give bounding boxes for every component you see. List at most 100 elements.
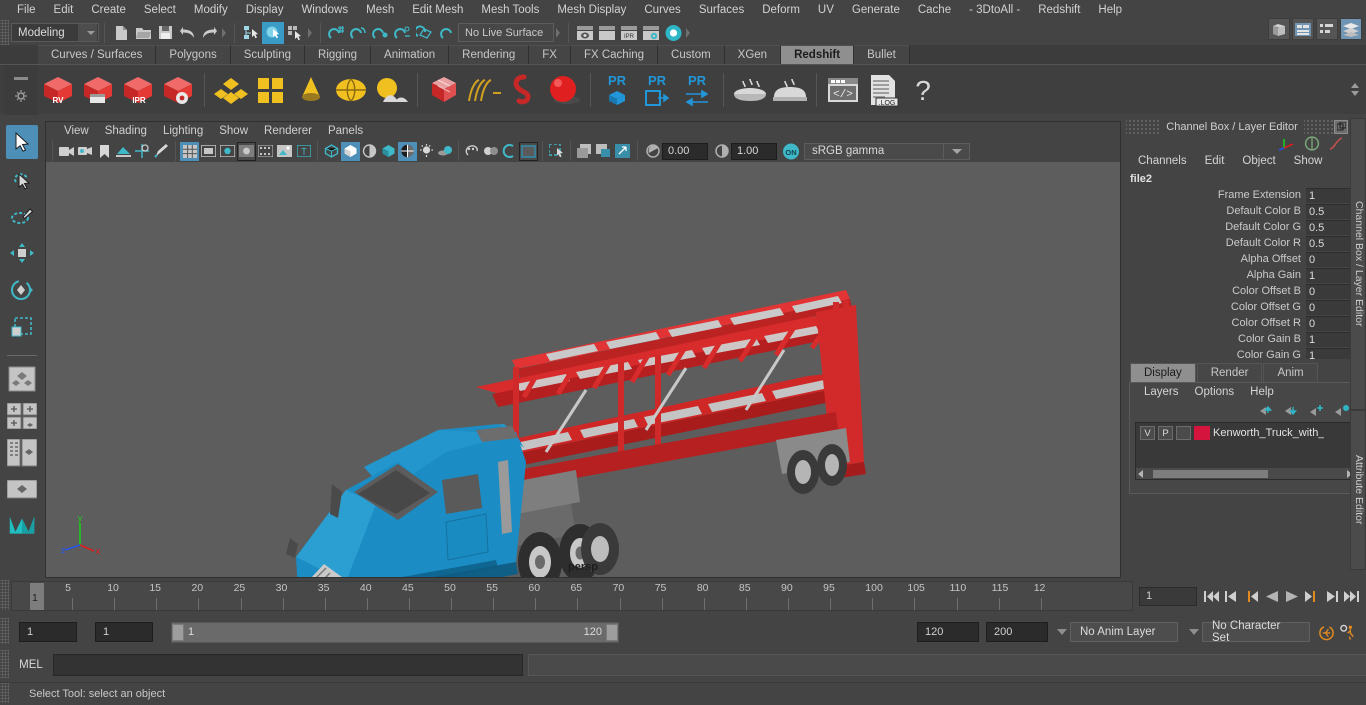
shelf-scroll-arrows[interactable] (1344, 65, 1366, 115)
shelf-tab-fx[interactable]: FX (529, 45, 571, 64)
menu-item-mesh-display[interactable]: Mesh Display (548, 0, 635, 20)
move-tool-button[interactable] (6, 236, 38, 270)
shelf-tab-curves-surfaces[interactable]: Curves / Surfaces (38, 45, 157, 64)
play-backwards-button[interactable] (1263, 586, 1280, 606)
shadow-toggle-icon[interactable] (436, 142, 455, 161)
layout-outliner-persp-button[interactable] (6, 436, 38, 470)
gear-icon[interactable] (15, 90, 27, 102)
smooth-shade-all-icon[interactable] (341, 141, 360, 161)
chevron-down-icon[interactable] (78, 24, 97, 41)
light-toggle-icon[interactable] (417, 142, 436, 161)
toolbar-collapse-arrow[interactable] (684, 22, 693, 44)
menu-item-uv[interactable]: UV (809, 0, 843, 20)
bake-set-icon[interactable] (730, 68, 770, 112)
gate-mask-icon[interactable] (237, 141, 256, 161)
toolbar-collapse-arrow[interactable] (554, 22, 563, 44)
shelf-tab-rendering[interactable]: Rendering (449, 45, 530, 64)
play-forwards-button[interactable] (1283, 586, 1300, 606)
menu-item-file[interactable]: File (8, 0, 45, 20)
channel-box-menu-edit[interactable]: Edit (1197, 152, 1233, 171)
anim-layer-selector[interactable]: No Anim Layer (1070, 622, 1178, 642)
next-key-button[interactable] (1303, 586, 1320, 606)
script-editor-icon[interactable]: </> (823, 68, 863, 112)
redshift-plane-icon[interactable] (251, 68, 291, 112)
layer-menu-help[interactable]: Help (1242, 386, 1282, 398)
auto-keyframe-toggle[interactable] (1318, 622, 1335, 642)
pr-export-icon[interactable]: PR (637, 68, 677, 112)
shelf-options[interactable] (4, 64, 38, 115)
snap-point-icon[interactable] (370, 22, 392, 44)
menu-item-select[interactable]: Select (135, 0, 185, 20)
previous-key-button[interactable] (1243, 586, 1260, 606)
keyframe-icon[interactable] (1304, 136, 1320, 151)
channel-box-attribute-list[interactable]: Frame Extension 1 Default Color B 0.5 Defaul… (1124, 187, 1366, 359)
shelf-tab-rigging[interactable]: Rigging (305, 45, 372, 64)
shelf-handle-icon[interactable] (14, 77, 28, 80)
snap-disable-icon[interactable] (436, 22, 458, 44)
shelf-tab-custom[interactable]: Custom (658, 45, 725, 64)
shelf-tab-polygons[interactable]: Polygons (156, 45, 231, 64)
chevron-down-icon[interactable] (944, 142, 970, 160)
create-layer-from-selected-icon[interactable] (1334, 404, 1350, 417)
snap-curve-icon[interactable] (348, 22, 370, 44)
hypershade-icon[interactable] (662, 22, 684, 44)
menu-item-mesh[interactable]: Mesh (357, 0, 403, 20)
camera-attributes-icon[interactable] (76, 142, 95, 161)
command-language-label[interactable]: MEL (9, 659, 53, 671)
save-scene-icon[interactable] (154, 22, 176, 44)
statusbar-grip[interactable] (0, 20, 9, 45)
layout-four-button[interactable] (6, 399, 38, 433)
layer-list[interactable]: V P Kenworth_Truck_with_ (1135, 422, 1355, 480)
viewport-renderer-icon[interactable] (519, 141, 538, 161)
resolution-gate-icon[interactable] (218, 142, 237, 161)
toolbar-collapse-arrow[interactable] (220, 22, 229, 44)
viewport-3d-canvas[interactable]: y x z persp (46, 162, 1120, 577)
move-layer-up-icon[interactable] (1259, 404, 1275, 417)
side-tab-attribute-editor[interactable]: Attribute Editor (1350, 410, 1366, 570)
redo-icon[interactable] (198, 22, 220, 44)
outliner-panel-icon[interactable] (1268, 18, 1290, 40)
pr-object-icon[interactable]: PR (597, 68, 637, 112)
lasso-tool-button[interactable] (6, 162, 38, 196)
color-space-selector[interactable]: sRGB gamma (804, 142, 944, 160)
panel-grip-right[interactable] (1304, 118, 1334, 135)
redshift-environment-icon[interactable] (371, 68, 411, 112)
layer-name[interactable]: Kenworth_Truck_with_ (1213, 427, 1324, 439)
side-tab-channel-box[interactable]: Channel Box / Layer Editor (1350, 118, 1366, 410)
menu-item-redshift[interactable]: Redshift (1029, 0, 1089, 20)
viewport-menu-panels[interactable]: Panels (320, 122, 371, 140)
exposure-field[interactable]: 0.00 (662, 142, 708, 160)
redshift-hair-icon[interactable] (464, 68, 504, 112)
two-dimensional-pan-zoom-icon[interactable] (133, 142, 152, 161)
ipr-render-icon[interactable]: IPR (618, 22, 640, 44)
animation-start-field[interactable]: 1 (19, 622, 77, 642)
channel-box-menu-object[interactable]: Object (1234, 152, 1283, 171)
select-tool-button[interactable] (6, 125, 38, 159)
create-empty-layer-icon[interactable] (1309, 404, 1325, 417)
select-component-icon[interactable] (284, 22, 306, 44)
layer-playback-toggle[interactable]: P (1158, 426, 1173, 440)
current-frame-field[interactable]: 1 (1139, 586, 1197, 606)
shaded-wireframe-icon[interactable] (360, 142, 379, 161)
rotate-tool-button[interactable] (6, 273, 38, 307)
render-settings-icon[interactable] (640, 22, 662, 44)
menu-set-selector[interactable]: Modeling (11, 23, 99, 42)
layout-single-button[interactable] (6, 362, 38, 396)
texture-toggle-icon[interactable] (398, 141, 417, 161)
mel-command-input[interactable] (53, 654, 523, 676)
go-to-start-button[interactable] (1203, 586, 1220, 606)
shelf-tab-bullet[interactable]: Bullet (854, 45, 910, 64)
shelf-tab-redshift[interactable]: Redshift (781, 45, 855, 64)
paint-select-tool-button[interactable] (6, 199, 38, 233)
character-set-chevron-icon[interactable] (1186, 622, 1202, 642)
texture-shading-icon[interactable] (379, 142, 398, 161)
go-to-end-button[interactable] (1343, 586, 1360, 606)
layer-tab-render[interactable]: Render (1196, 363, 1263, 382)
xray-toggle-icon[interactable] (462, 142, 481, 161)
redshift-material-icon[interactable] (211, 68, 251, 112)
time-slider-grip[interactable] (0, 580, 9, 610)
menu-item-generate[interactable]: Generate (843, 0, 909, 20)
command-line-grip[interactable] (0, 650, 9, 678)
pr-swap-icon[interactable]: PR (677, 68, 717, 112)
scroll-left-icon[interactable] (1138, 469, 1143, 478)
